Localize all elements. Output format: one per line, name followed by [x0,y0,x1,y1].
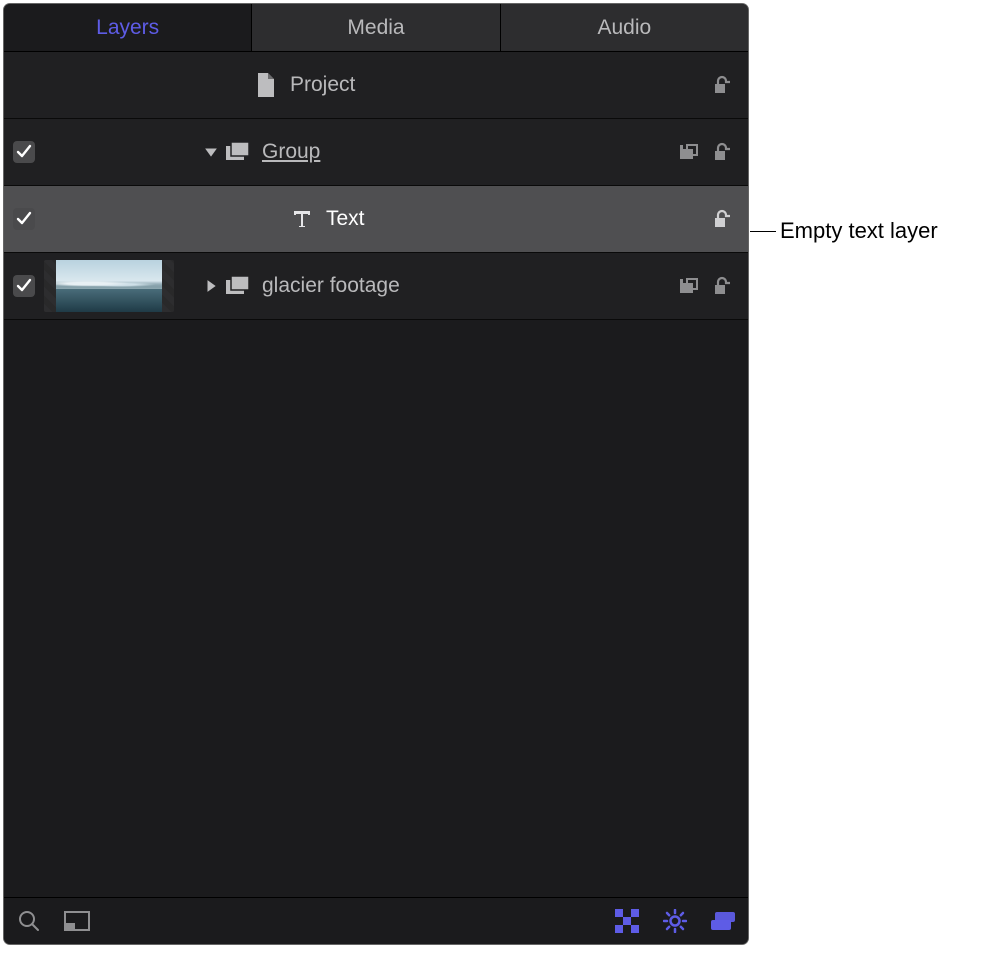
annotation-callout: Empty text layer [750,218,938,244]
lock-icon[interactable] [710,140,734,164]
visibility-checkbox[interactable] [13,275,35,297]
annotation-text: Empty text layer [780,218,938,244]
tab-layers[interactable]: Layers [4,4,252,51]
tab-audio[interactable]: Audio [501,4,748,51]
layer-thumbnail [44,126,174,178]
stack-view-button[interactable] [708,906,738,936]
visibility-checkbox[interactable] [13,208,35,230]
lock-icon[interactable] [710,207,734,231]
layer-row-text[interactable]: Text [4,186,748,253]
project-icon [254,73,278,97]
checkerboard-toggle[interactable] [612,906,642,936]
layer-thumbnail [44,260,174,312]
annotation-leader-line [750,231,776,232]
group-icon [226,140,250,164]
layers-panel: Layers Media Audio Project [4,4,748,944]
lock-icon[interactable] [710,73,734,97]
lock-icon[interactable] [710,274,734,298]
layer-row-project[interactable]: Project [4,52,748,119]
isolate-icon[interactable] [678,274,702,298]
isolate-icon[interactable] [678,140,702,164]
layer-label[interactable]: Text [326,207,710,231]
panel-footer [4,897,748,944]
project-pane-tabs: Layers Media Audio [4,4,748,52]
layer-row-footage[interactable]: glacier footage [4,253,748,320]
layer-label[interactable]: glacier footage [262,274,678,298]
text-icon [290,207,314,231]
settings-gear-button[interactable] [660,906,690,936]
disclosure-triangle[interactable] [200,145,222,159]
search-button[interactable] [14,906,44,936]
visibility-checkbox[interactable] [13,141,35,163]
tab-media[interactable]: Media [252,4,500,51]
fit-to-window-button[interactable] [62,906,92,936]
disclosure-triangle[interactable] [200,279,222,293]
layers-list: Project [4,52,748,897]
group-icon [226,274,250,298]
layer-label[interactable]: Group [262,140,678,164]
layer-label: Project [290,73,710,97]
layer-row-group[interactable]: Group [4,119,748,186]
